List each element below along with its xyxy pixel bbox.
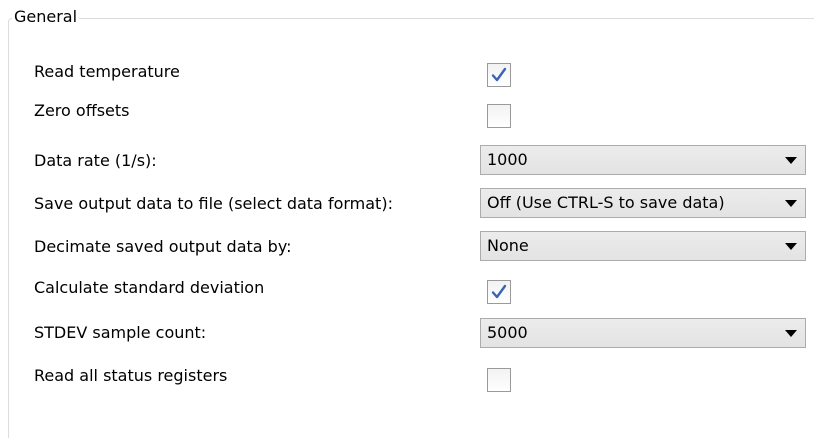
stdev-count-dropdown[interactable]: 5000	[480, 318, 806, 348]
read-status-checkbox[interactable]	[487, 368, 511, 392]
data-rate-value: 1000	[487, 150, 528, 169]
group-title: General	[12, 7, 80, 27]
chevron-down-icon	[785, 200, 797, 207]
data-rate-label: Data rate (1/s):	[34, 151, 157, 170]
save-output-value: Off (Use CTRL-S to save data)	[487, 193, 725, 212]
calc-stdev-checkbox[interactable]	[487, 280, 511, 304]
data-rate-dropdown[interactable]: 1000	[480, 145, 806, 175]
read-temperature-label: Read temperature	[34, 62, 180, 81]
read-status-label: Read all status registers	[34, 366, 228, 385]
chevron-down-icon	[785, 330, 797, 337]
save-output-dropdown[interactable]: Off (Use CTRL-S to save data)	[480, 188, 806, 218]
chevron-down-icon	[785, 243, 797, 250]
read-temperature-checkbox[interactable]	[487, 63, 511, 87]
check-icon	[491, 67, 507, 82]
zero-offsets-checkbox[interactable]	[487, 104, 511, 128]
chevron-down-icon	[785, 157, 797, 164]
check-icon	[491, 284, 507, 299]
stdev-count-label: STDEV sample count:	[34, 323, 207, 342]
calc-stdev-label: Calculate standard deviation	[34, 278, 265, 297]
decimate-label: Decimate saved output data by:	[34, 237, 292, 256]
save-output-label: Save output data to file (select data fo…	[34, 194, 393, 213]
decimate-value: None	[487, 236, 529, 255]
stdev-count-value: 5000	[487, 323, 528, 342]
zero-offsets-label: Zero offsets	[34, 101, 130, 120]
decimate-dropdown[interactable]: None	[480, 231, 806, 261]
